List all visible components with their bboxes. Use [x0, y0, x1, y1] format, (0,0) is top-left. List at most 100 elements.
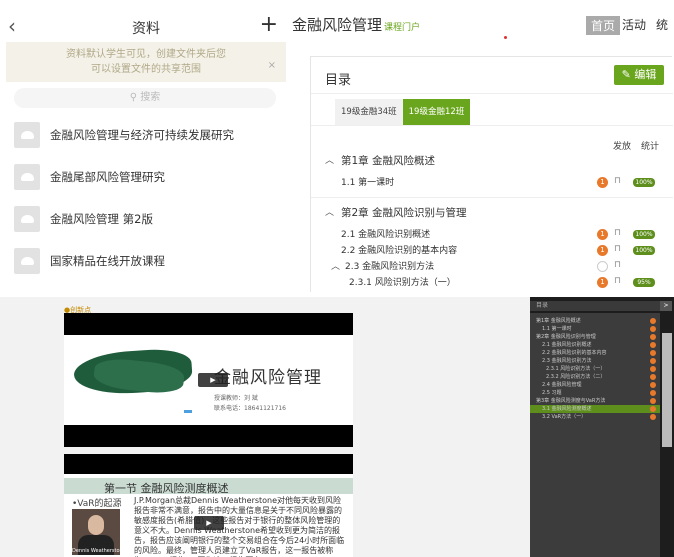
sidebar-item-label: 2.3.2 风险识别方法（二） — [546, 374, 606, 380]
chapter-sidebar: 目录 > 第1章 金融风险概述 1.1 第一课时 第2章 金融风险识别与管理 2… — [530, 297, 674, 557]
sidebar-item[interactable]: 第1章 金融风险概述 — [530, 317, 660, 325]
lock-icon[interactable]: ⊓ — [614, 260, 621, 270]
sidebar-item[interactable]: 2.2 金融风险识别的基本内容 — [530, 349, 660, 357]
lock-icon[interactable]: ⊓ — [614, 244, 621, 254]
video-slide-content[interactable]: 第一节 金融风险测度概述 •VaR的起源 Dennis Weatherstone… — [64, 454, 353, 557]
status-dot-icon — [650, 414, 656, 420]
list-item[interactable]: 国家精品在线开放课程 — [14, 240, 284, 282]
progress-pill: 95% — [633, 278, 655, 287]
indicator-dot — [504, 36, 507, 39]
nav-activity[interactable]: 活动 — [622, 16, 646, 33]
folder-icon — [14, 248, 40, 274]
sidebar-item[interactable]: 3.2 VaR方法（一） — [530, 413, 660, 421]
letterbox-bottom — [64, 425, 353, 447]
search-icon: ⚲ — [129, 92, 141, 103]
nav-home[interactable]: 首页 — [586, 16, 621, 35]
tab-class-12[interactable]: 19级金融12班 — [402, 99, 471, 125]
nav-stats[interactable]: 统 — [656, 16, 668, 33]
edit-button[interactable]: ✎ 编辑 — [614, 65, 664, 85]
chevron-up-icon[interactable]: ︿ — [331, 259, 340, 272]
status-dot-icon — [650, 406, 656, 412]
sidebar-item-active[interactable]: 3.1 金融风险测度概述 — [530, 405, 660, 413]
lesson-row[interactable]: ︿ 2.3 金融风险识别方法 ⊓ — [311, 259, 673, 275]
sidebar-item-label: 2.2 金融风险识别的基本内容 — [542, 350, 607, 356]
status-dot-icon — [650, 318, 656, 324]
sidebar-item[interactable]: 2.5 习题 — [530, 389, 660, 397]
sidebar-item[interactable]: 2.3.2 风险识别方法（二） — [530, 373, 660, 381]
column-publish: 发放 — [613, 142, 632, 152]
sidebar-item-label: 2.5 习题 — [542, 390, 562, 396]
sidebar-item-label: 2.1 金融风险识别概述 — [542, 342, 592, 348]
chapter-row[interactable]: ︿ 第2章 金融风险识别与管理 — [311, 205, 673, 221]
chapter-row[interactable]: ︿ 第1章 金融风险概述 — [311, 153, 673, 169]
sidebar-item-label: 3.2 VaR方法（一） — [542, 414, 587, 420]
status-dot-icon — [650, 382, 656, 388]
progress-pill: 100% — [633, 230, 655, 239]
edit-label: 编辑 — [634, 68, 657, 81]
list-item[interactable]: 金融风险管理 第2版 — [14, 198, 284, 240]
lesson-row[interactable]: 2.1 金融风险识别概述 1 ⊓ 100% — [311, 227, 673, 243]
notice-line-1: 资料默认学生可见，创建文件夹后您 — [66, 49, 226, 60]
sidebar-menu: 第1章 金融风险概述 1.1 第一课时 第2章 金融风险识别与管理 2.1 金融… — [530, 313, 660, 557]
empty-badge-icon[interactable] — [597, 261, 608, 272]
lesson-title: 2.3 金融风险识别方法 — [345, 262, 435, 272]
lock-icon[interactable]: ⊓ — [614, 176, 621, 186]
tab-class-34[interactable]: 19级金融34班 — [335, 99, 403, 125]
sidebar-item[interactable]: 第3章 金融风险测度与VaR方法 — [530, 397, 660, 405]
divider — [311, 93, 673, 94]
course-header: 金融风险管理 课程门户 首页 活动 统 — [292, 0, 674, 42]
play-button[interactable]: ▶ — [194, 516, 224, 530]
slide-paragraph: J.P.Morgan总裁Dennis Weatherstone对他每天收到风险报… — [134, 496, 345, 557]
directory-box: 目录 ✎ 编辑 19级金融34班 19级金融12班 发放 统计 ︿ 第1章 金融… — [310, 56, 673, 292]
chevron-up-icon[interactable]: ︿ — [325, 153, 334, 166]
lesson-row[interactable]: 1.1 第一课时 1 ⊓ 100% — [311, 175, 673, 191]
lock-icon[interactable]: ⊓ — [614, 228, 621, 238]
scrollbar[interactable] — [662, 333, 672, 447]
plus-icon[interactable]: + — [260, 12, 278, 37]
folder-icon — [14, 164, 40, 190]
status-dot-icon — [650, 366, 656, 372]
sidebar-item-label: 3.1 金融风险测度概述 — [542, 406, 592, 412]
file-list: 金融风险管理与经济可持续发展研究 金融尾部风险管理研究 金融风险管理 第2版 国… — [14, 114, 284, 282]
notice-line-2: 可以设置文件的共享范围 — [91, 64, 201, 75]
sidebar-item[interactable]: 2.1 金融风险识别概述 — [530, 341, 660, 349]
play-button[interactable]: ▶ — [198, 373, 228, 387]
collapse-button[interactable]: > — [660, 301, 672, 311]
sidebar-item-label: 2.3 金融风险识别方法 — [542, 358, 592, 364]
course-title[interactable]: 金融风险管理 课程门户 — [292, 14, 420, 35]
list-item[interactable]: 金融尾部风险管理研究 — [14, 156, 284, 198]
lesson-row[interactable]: 2.2 金融风险识别的基本内容 1 ⊓ 100% — [311, 243, 673, 259]
chapter-title: 第2章 金融风险识别与管理 — [341, 207, 467, 219]
sidebar-item[interactable]: 2.3.1 风险识别方法（一） — [530, 365, 660, 373]
video-player-panel: ●创新点 金融风险管理 授课教师：刘 斌 联系电话：18641121716 ▶ … — [0, 297, 530, 557]
slide-teacher: 授课教师：刘 斌 — [214, 395, 258, 402]
lesson-row[interactable]: 2.3.1 风险识别方法（一） 1 ⊓ 95% — [311, 275, 673, 291]
progress-pill: 100% — [633, 178, 655, 187]
page-title: 资料 — [132, 21, 160, 37]
status-dot-icon — [650, 390, 656, 396]
badge-icon[interactable]: 1 — [597, 229, 608, 240]
badge-icon[interactable]: 1 — [597, 277, 608, 288]
lesson-title: 2.2 金融风险识别的基本内容 — [341, 246, 458, 256]
search-input[interactable]: ⚲ 搜索 — [14, 88, 276, 108]
sidebar-item[interactable]: 2.3 金融风险识别方法 — [530, 357, 660, 365]
video-slide-title[interactable]: 金融风险管理 授课教师：刘 斌 联系电话：18641121716 ▶ — [64, 313, 353, 447]
chevron-up-icon[interactable]: ︿ — [325, 205, 334, 218]
status-dot-icon — [650, 374, 656, 380]
list-item-label: 金融风险管理 第2版 — [50, 212, 153, 226]
sidebar-item[interactable]: 第2章 金融风险识别与管理 — [530, 333, 660, 341]
sidebar-item[interactable]: 2.4 金融风险管理 — [530, 381, 660, 389]
list-item-label: 金融风险管理与经济可持续发展研究 — [50, 128, 234, 142]
lock-icon[interactable]: ⊓ — [614, 276, 621, 286]
close-icon[interactable]: × — [268, 58, 276, 73]
sidebar-item-label: 2.3.1 风险识别方法（一） — [546, 366, 606, 372]
list-item[interactable]: 金融风险管理与经济可持续发展研究 — [14, 114, 284, 156]
portrait-caption: Dennis Weatherstone — [72, 548, 126, 554]
chapter-title: 第1章 金融风险概述 — [341, 155, 436, 167]
badge-icon[interactable]: 1 — [597, 177, 608, 188]
files-header: ‹ 资料 + — [0, 10, 292, 44]
sidebar-item[interactable]: 1.1 第一课时 — [530, 325, 660, 333]
directory-title: 目录 — [325, 73, 352, 88]
sidebar-item-label: 第1章 金融风险概述 — [536, 318, 581, 324]
badge-icon[interactable]: 1 — [597, 245, 608, 256]
